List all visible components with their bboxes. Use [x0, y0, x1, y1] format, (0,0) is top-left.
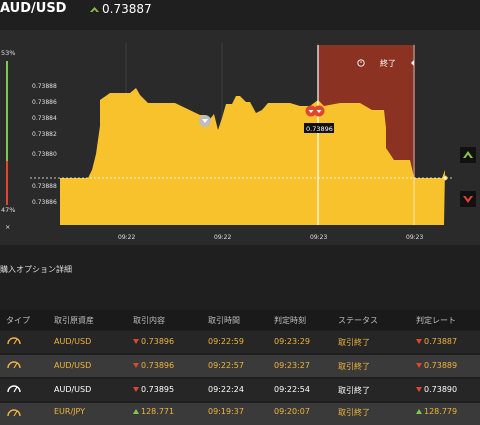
y-tick: 0.73880 — [32, 151, 57, 158]
row-time: 09:22:59 — [208, 337, 244, 346]
row-judge: 09:20:07 — [274, 407, 310, 416]
row-value: 0.73896 — [141, 337, 175, 346]
col-judge: 判定時刻 — [274, 316, 306, 325]
entry-marker-icon — [199, 115, 211, 127]
col-status: ステータス — [338, 316, 378, 325]
col-type: タイプ — [6, 316, 30, 325]
row-status: 取引終了 — [338, 386, 370, 395]
header-bar — [0, 0, 480, 24]
x-tick: 09:23 — [310, 234, 327, 241]
gauge-icon — [7, 409, 21, 417]
row-asset: AUD/USD — [54, 361, 92, 370]
row-time: 09:22:24 — [208, 385, 244, 394]
table-row[interactable]: EUR/JPY 128.771 09:19:37 09:20:07 取引終了 1… — [0, 403, 480, 425]
price-chart-panel: 終了 0.73896 0.73888 0.73886 0.73884 0.738… — [0, 30, 480, 245]
up-arrow-icon — [416, 409, 422, 414]
down-arrow-icon — [133, 387, 139, 392]
row-status: 取引終了 — [338, 408, 370, 417]
pct-up: 53% — [1, 49, 15, 57]
up-arrow-icon — [90, 7, 99, 12]
col-asset: 取引原資産 — [54, 316, 94, 325]
row-status: 取引終了 — [338, 362, 370, 371]
row-asset: AUD/USD — [54, 337, 92, 346]
y-tick: 0.73884 — [32, 115, 57, 122]
x-tick: 09:23 — [406, 234, 423, 241]
row-value: 0.73896 — [141, 361, 175, 370]
close-icon: × — [5, 223, 10, 231]
row-asset: AUD/USD — [54, 385, 92, 394]
down-arrow-icon — [133, 339, 139, 344]
y-tick: 0.73888 — [32, 183, 57, 190]
row-judge: 09:23:27 — [274, 361, 310, 370]
gauge-icon — [7, 385, 21, 393]
row-time: 09:22:57 — [208, 361, 244, 370]
current-rate: 0.73887 — [102, 2, 152, 16]
row-value: 128.771 — [141, 407, 175, 416]
down-arrow-icon — [416, 363, 422, 368]
down-arrow-icon — [416, 339, 422, 344]
row-time: 09:19:37 — [208, 407, 244, 416]
table-row[interactable]: AUD/USD 0.73895 09:22:24 09:22:54 取引終了 0… — [0, 379, 480, 401]
row-judge: 09:22:54 — [274, 385, 310, 394]
x-tick: 09:22 — [118, 234, 135, 241]
y-tick: 0.73882 — [32, 131, 57, 138]
table-header: タイプ 取引原資産 取引内容 取引時間 判定時刻 ステータス 判定レート — [0, 310, 480, 330]
gauge-icon — [7, 337, 21, 345]
down-button[interactable] — [460, 191, 476, 207]
section-title: 購入オプション詳細 — [0, 265, 72, 274]
row-rate: 0.73890 — [424, 385, 458, 394]
y-tick: 0.73888 — [32, 83, 57, 90]
up-button[interactable] — [460, 147, 476, 163]
y-tick: 0.73886 — [32, 99, 57, 106]
row-rate: 128.779 — [424, 407, 458, 416]
col-time: 取引時間 — [208, 316, 240, 325]
up-arrow-icon — [133, 409, 139, 414]
col-content: 取引内容 — [133, 316, 165, 325]
table-row[interactable]: AUD/USD 0.73896 09:22:57 09:23:27 取引終了 0… — [0, 355, 480, 377]
row-rate: 0.73889 — [424, 361, 458, 370]
row-status: 取引終了 — [338, 338, 370, 347]
row-rate: 0.73887 — [424, 337, 458, 346]
down-arrow-icon — [416, 387, 422, 392]
marker-price-label: 0.73896 — [306, 125, 333, 133]
y-tick: 0.73886 — [32, 199, 57, 206]
down-arrow-icon — [133, 363, 139, 368]
x-tick: 09:22 — [214, 234, 231, 241]
row-value: 0.73895 — [141, 385, 175, 394]
svg-text:終了: 終了 — [380, 58, 396, 68]
pct-down: 47% — [1, 206, 15, 214]
sentiment-bar: 53% 47% × — [1, 49, 15, 231]
row-asset: EUR/JPY — [54, 407, 86, 416]
asset-pair-title: AUD/USD — [0, 1, 67, 16]
row-judge: 09:23:29 — [274, 337, 310, 346]
col-rate: 判定レート — [416, 316, 456, 325]
table-row[interactable]: AUD/USD 0.73896 09:22:59 09:23:29 取引終了 0… — [0, 331, 480, 353]
price-chart: 終了 0.73896 0.73888 0.73886 0.73884 0.738… — [1, 43, 476, 241]
gauge-icon — [7, 361, 21, 369]
